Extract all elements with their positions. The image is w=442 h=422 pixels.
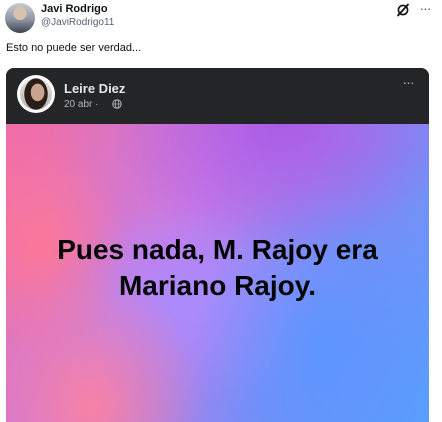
- facebook-post-text-line1: Pues nada, M. Rajoy era: [57, 234, 378, 265]
- facebook-author-avatar: [17, 75, 55, 113]
- author-display-name[interactable]: Javi Rodrigo: [41, 3, 108, 15]
- facebook-more-icon: ···: [402, 74, 415, 90]
- author-avatar[interactable]: [5, 3, 35, 33]
- tweet-media-image[interactable]: Leire Diez 20 abr · ··· Pues nada, M. Ra…: [6, 68, 429, 422]
- tweet-header: Javi Rodrigo @JaviRodrigo11 ···: [0, 0, 442, 34]
- grok-icon[interactable]: [396, 3, 410, 17]
- globe-icon: [112, 99, 122, 109]
- more-options-icon[interactable]: ···: [416, 1, 434, 15]
- facebook-post-date: 20 abr ·: [64, 99, 99, 110]
- facebook-author-name: Leire Diez: [64, 81, 126, 96]
- facebook-post-text-line2: Mariano Rajoy.: [118, 270, 317, 301]
- tweet-text: Esto no puede ser verdad...: [6, 42, 142, 54]
- facebook-post-header: Leire Diez 20 abr · ···: [6, 68, 429, 124]
- facebook-post-text: Pues nada, M. Rajoy era Mariano Rajoy.: [6, 232, 429, 304]
- author-handle[interactable]: @JaviRodrigo11: [41, 17, 114, 28]
